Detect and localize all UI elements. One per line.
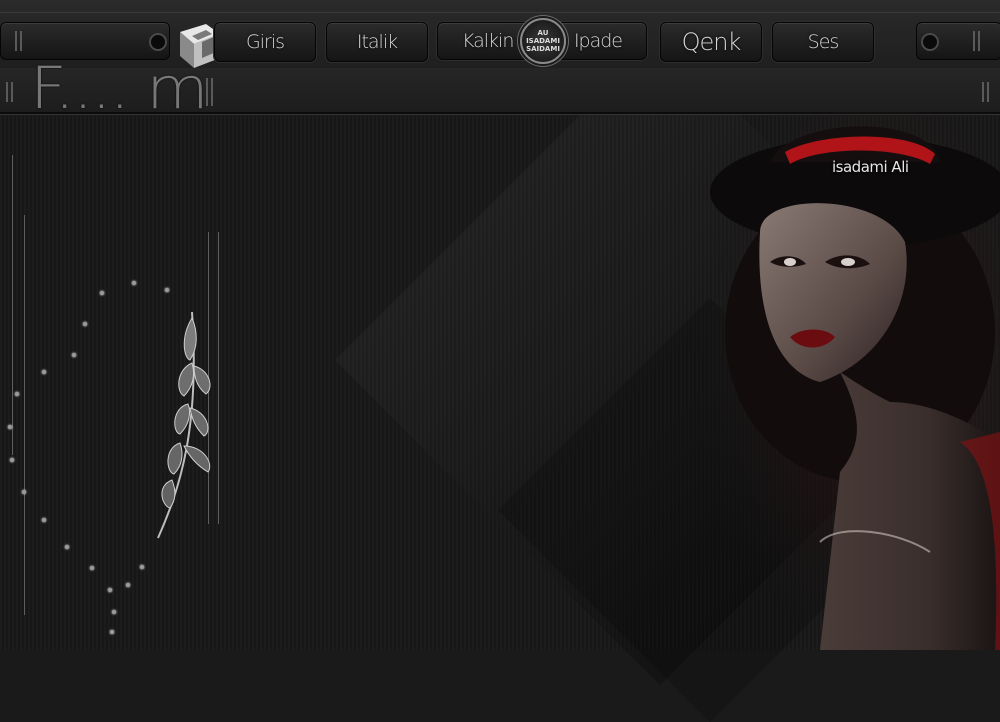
nav-item-label: Italik (356, 31, 398, 53)
nav-item-label: Giris (246, 31, 285, 53)
site-title: F.... m (30, 55, 209, 123)
artist-signature: isadami Ali (832, 158, 909, 176)
nav-item-qenk[interactable]: Qenk (660, 22, 762, 62)
badge-text-2: ISADAMI (526, 37, 560, 45)
badge-logo: AU ISADAMI SAIDAMI (520, 18, 566, 64)
grip-bars-icon (6, 82, 14, 102)
badge-text-1: AU (537, 29, 549, 37)
nav-item-ses[interactable]: Ses (772, 22, 874, 62)
nav-left-dot-button[interactable] (149, 33, 167, 51)
nav-item-label: Ses (807, 31, 840, 53)
grip-bars-icon (982, 82, 990, 102)
badge-text-3: SAIDAMI (526, 45, 560, 53)
nav-left-endcap (0, 22, 170, 60)
nav-item-ipade[interactable]: Ipade (574, 30, 623, 52)
nav-item-label: Qenk (681, 28, 742, 56)
grip-bars-icon (973, 31, 981, 51)
decor-line (24, 215, 25, 615)
decor-line (12, 155, 13, 455)
nav-item-italik[interactable]: Italik (326, 22, 428, 62)
grip-bars-icon (206, 78, 214, 106)
nav-item-kalkin[interactable]: Kalkin (462, 30, 514, 52)
woman-portrait-image (690, 112, 1000, 650)
nav-item-giris[interactable]: Giris (214, 22, 316, 62)
nav-right-dot-button[interactable] (921, 33, 939, 51)
grip-bars-icon (15, 31, 23, 51)
nav-right-endcap (916, 22, 1000, 60)
leaf-branch-icon (150, 308, 230, 543)
